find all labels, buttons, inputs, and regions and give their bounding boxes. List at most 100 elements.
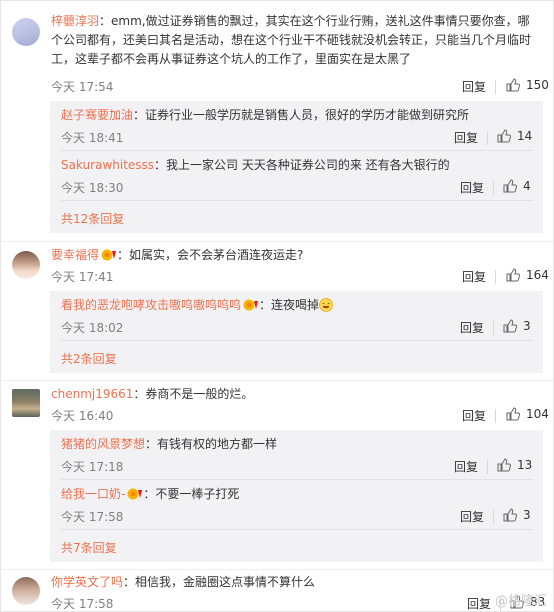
like-button[interactable]: 3 [503, 319, 531, 333]
thumbs-up-icon [503, 508, 517, 522]
divider [495, 80, 496, 94]
like-button[interactable]: 150 [506, 78, 549, 92]
reply-body: ：证券行业一般学历就是销售人员，很好的学历才能做到研究所 [133, 108, 470, 122]
reply-username[interactable]: 猪猪的风景梦想 [61, 437, 145, 451]
comment-body: ：相信我，金融圈这点事情不算什么 [123, 575, 316, 589]
reply-button[interactable]: 回复 [460, 179, 484, 196]
like-button[interactable]: 3 [503, 508, 531, 522]
more-replies-link[interactable]: 共7条回复 [61, 539, 117, 556]
reply-body: ：我上一家公司 天天各种证券公司的来 还有各大银行的 [154, 158, 450, 172]
divider [487, 131, 488, 145]
comment-username[interactable]: chenmj19661 [51, 387, 133, 401]
thumbs-up-icon [503, 179, 517, 193]
divider [61, 150, 533, 151]
reply-button[interactable]: 回复 [460, 508, 484, 525]
comment-text: 梓蘡淳羽：emm,做过证券销售的飘过，其实在这个行业行贿，送礼这件事情只要你查，… [51, 12, 541, 69]
vip-badge-icon [127, 488, 143, 500]
laughing-emoji-icon [319, 298, 333, 312]
reply-username[interactable]: 赵子骞要加油 [61, 108, 133, 122]
comment-time: 今天 17:58 [51, 597, 114, 611]
comment-text: chenmj19661：券商不是一般的烂。 [51, 385, 541, 404]
comment-time: 今天 16:40 [51, 409, 114, 423]
watermark: @格隆汇 [494, 594, 547, 609]
avatar[interactable] [12, 577, 40, 605]
like-count: 3 [523, 319, 531, 333]
reply-username[interactable]: 看我的恶龙咆哮攻击嗷呜嗷呜呜呜 [61, 298, 241, 312]
divider [61, 479, 533, 480]
comment-body: ：券商不是一般的烂。 [133, 387, 254, 401]
divider [493, 321, 494, 335]
reply-username[interactable]: Sakurawhitesss [61, 158, 154, 172]
avatar[interactable] [12, 18, 40, 46]
like-button[interactable]: 104 [506, 407, 549, 421]
reply-text: 看我的恶龙咆哮攻击嗷呜嗷呜呜呜 ：连夜喝掉 [61, 296, 531, 315]
divider [1, 380, 553, 381]
like-button[interactable]: 14 [497, 129, 532, 143]
reply-body: ：有钱有权的地方都一样 [145, 437, 278, 451]
like-count: 3 [523, 508, 531, 522]
comment-username[interactable]: 梓蘡淳羽 [51, 14, 99, 28]
divider [61, 529, 533, 530]
like-count: 4 [523, 179, 531, 193]
reply-thread: 猪猪的风景梦想：有钱有权的地方都一样 今天 17:18 回复 13 给我一口奶-… [50, 430, 543, 562]
divider [493, 181, 494, 195]
divider [61, 340, 533, 341]
vip-badge-icon [243, 299, 259, 311]
like-button[interactable]: 164 [506, 268, 549, 282]
reply-time: 今天 17:58 [61, 510, 124, 524]
more-replies-link[interactable]: 共12条回复 [61, 210, 124, 227]
reply-body: ：连夜喝掉 [259, 298, 320, 312]
comment-text: 要幸福得 ：如属实，会不会茅台酒连夜运走? [51, 246, 541, 265]
comment-username[interactable]: 你学英文了吗 [51, 575, 123, 589]
divider [495, 270, 496, 284]
thumbs-up-icon [506, 407, 520, 421]
comment-body: ：emm,做过证券销售的飘过，其实在这个行业行贿，送礼这件事情只要你查，哪个公司… [51, 14, 532, 66]
reply-thread: 看我的恶龙咆哮攻击嗷呜嗷呜呜呜 ：连夜喝掉 今天 18:02 回复 3 共2条回复 [50, 291, 543, 373]
comment-list: 梓蘡淳羽：emm,做过证券销售的飘过，其实在这个行业行贿，送礼这件事情只要你查，… [0, 0, 554, 612]
thumbs-up-icon [506, 78, 520, 92]
avatar[interactable] [12, 251, 40, 279]
thumbs-up-icon [497, 458, 511, 472]
like-button[interactable]: 4 [503, 179, 531, 193]
reply-button[interactable]: 回复 [454, 458, 478, 475]
comment-username[interactable]: 要幸福得 [51, 248, 99, 262]
comment-text: 你学英文了吗：相信我，金融圈这点事情不算什么 [51, 573, 541, 592]
reply-text: 给我一口奶- ：不要一棒子打死 [61, 485, 531, 504]
like-count: 13 [517, 458, 533, 472]
thumbs-up-icon [497, 129, 511, 143]
reply-text: Sakurawhitesss：我上一家公司 天天各种证券公司的来 还有各大银行的 [61, 156, 531, 175]
reply-button[interactable]: 回复 [462, 78, 486, 95]
thumbs-up-icon [503, 319, 517, 333]
reply-time: 今天 17:18 [61, 460, 124, 474]
thumbs-up-icon [506, 268, 520, 282]
reply-time: 今天 18:02 [61, 321, 124, 335]
reply-text: 猪猪的风景梦想：有钱有权的地方都一样 [61, 435, 531, 454]
divider [487, 460, 488, 474]
avatar[interactable] [12, 389, 40, 417]
like-count: 164 [526, 268, 549, 282]
reply-time: 今天 18:30 [61, 181, 124, 195]
reply-button[interactable]: 回复 [467, 595, 491, 611]
like-button[interactable]: 13 [497, 458, 532, 472]
divider [495, 409, 496, 423]
vip-badge-icon [101, 249, 117, 261]
like-count: 14 [517, 129, 533, 143]
divider [1, 241, 553, 242]
reply-button[interactable]: 回复 [462, 268, 486, 285]
reply-time: 今天 18:41 [61, 131, 124, 145]
more-replies-link[interactable]: 共2条回复 [61, 350, 117, 367]
comment-time: 今天 17:54 [51, 80, 114, 94]
divider [1, 569, 553, 570]
reply-text: 赵子骞要加油：证券行业一般学历就是销售人员，很好的学历才能做到研究所 [61, 106, 531, 125]
reply-thread: 赵子骞要加油：证券行业一般学历就是销售人员，很好的学历才能做到研究所 今天 18… [50, 101, 543, 233]
reply-button[interactable]: 回复 [454, 129, 478, 146]
divider [61, 200, 533, 201]
comment-time: 今天 17:41 [51, 270, 114, 284]
like-count: 150 [526, 78, 549, 92]
reply-button[interactable]: 回复 [462, 407, 486, 424]
reply-button[interactable]: 回复 [460, 319, 484, 336]
comment-body: ：如属实，会不会茅台酒连夜运走? [117, 248, 304, 262]
reply-body: ：不要一棒子打死 [143, 487, 240, 501]
like-count: 104 [526, 407, 549, 421]
reply-username[interactable]: 给我一口奶- [61, 487, 125, 501]
